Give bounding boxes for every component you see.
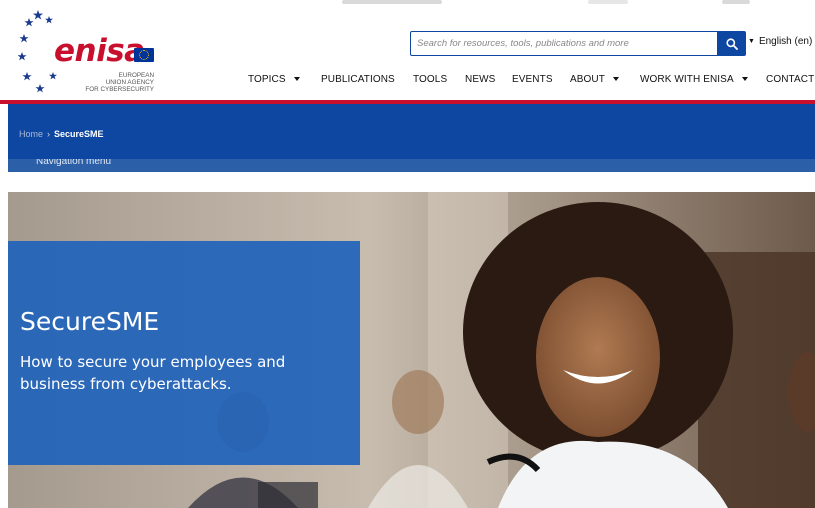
language-selector[interactable]: ▼ English (en) bbox=[748, 36, 812, 47]
breadcrumb-current: SecureSME bbox=[54, 129, 104, 139]
chevron-down-icon bbox=[612, 77, 619, 81]
breadcrumb-home-link[interactable]: Home bbox=[19, 129, 43, 139]
nav-label: ABOUT bbox=[570, 74, 605, 85]
chevron-down-icon bbox=[293, 77, 300, 81]
eu-flag-icon bbox=[134, 48, 154, 62]
nav-item-events[interactable]: EVENTS bbox=[512, 74, 553, 85]
nav-item-topics[interactable]: TOPICS bbox=[248, 74, 300, 85]
nav-label: TOPICS bbox=[248, 74, 286, 85]
breadcrumb-separator: › bbox=[47, 129, 51, 139]
nav-label: EVENTS bbox=[512, 74, 553, 85]
search-button[interactable] bbox=[717, 31, 746, 56]
nav-item-work-with-enisa[interactable]: WORK WITH ENISA bbox=[640, 74, 748, 85]
hero-text-panel: SecureSME How to secure your employees a… bbox=[8, 241, 360, 465]
nav-label: CONTACT bbox=[766, 74, 815, 85]
hero-title: SecureSME bbox=[20, 307, 160, 336]
nav-label: NEWS bbox=[465, 74, 496, 85]
breadcrumb-bar: Home › SecureSME bbox=[8, 104, 815, 159]
breadcrumb: Home › SecureSME bbox=[19, 129, 104, 139]
navigation-menu-label: Navigation menu bbox=[36, 159, 112, 167]
search-input[interactable] bbox=[410, 31, 717, 56]
hero-subtitle: How to secure your employees and busines… bbox=[20, 353, 286, 393]
nav-item-contact[interactable]: CONTACT bbox=[766, 74, 814, 85]
language-label: English (en) bbox=[758, 36, 813, 47]
main-navigation: TOPICS PUBLICATIONS TOOLS NEWS EVENTS AB… bbox=[0, 74, 815, 88]
top-decoration bbox=[588, 0, 628, 4]
navigation-menu-toggle[interactable]: Navigation menu bbox=[8, 159, 815, 172]
search-icon bbox=[725, 37, 738, 50]
nav-item-about[interactable]: ABOUT bbox=[570, 74, 619, 85]
top-decoration bbox=[342, 0, 442, 4]
top-decoration bbox=[722, 0, 750, 4]
nav-label: WORK WITH ENISA bbox=[640, 74, 734, 85]
nav-label: TOOLS bbox=[413, 74, 448, 85]
caret-down-icon: ▼ bbox=[748, 38, 755, 45]
logo-wordmark: enisa bbox=[54, 33, 145, 69]
nav-item-publications[interactable]: PUBLICATIONS bbox=[321, 74, 395, 85]
chevron-down-icon bbox=[741, 77, 748, 81]
nav-item-tools[interactable]: TOOLS bbox=[413, 74, 447, 85]
hero-banner: SecureSME How to secure your employees a… bbox=[8, 192, 815, 508]
site-header: enisa EUROPEAN UNION AGENCY FOR CYBERSEC… bbox=[0, 0, 815, 100]
search-bar bbox=[410, 31, 746, 56]
nav-item-news[interactable]: NEWS bbox=[465, 74, 495, 85]
nav-label: PUBLICATIONS bbox=[321, 74, 395, 85]
